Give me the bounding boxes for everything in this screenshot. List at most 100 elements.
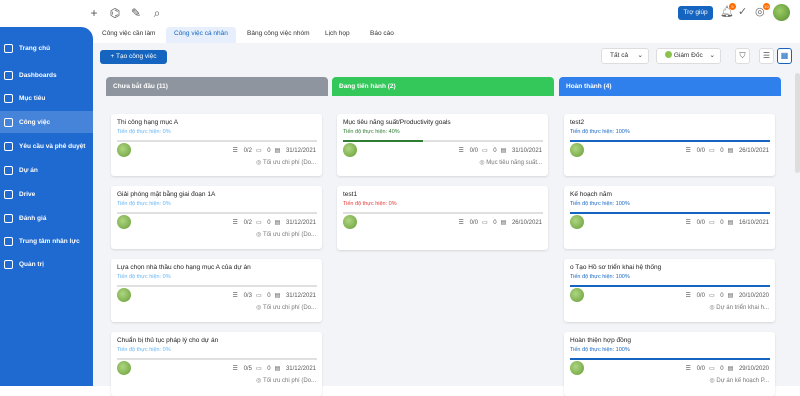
task-card[interactable]: Chuẩn bị thủ tục pháp lý cho dự án Tiến đ… [111,332,322,396]
sidebar: Trang chủ Dashboards Mục tiêu Công việc Yêu … [0,27,93,386]
goal-icon: ◎ [479,160,485,166]
sidebar-item[interactable]: Mục tiêu [0,87,93,109]
tab-reports[interactable]: Báo cáo [370,27,394,43]
task-goal-link[interactable]: ◎ Tối ưu chi phí (Do... [256,377,316,384]
task-card[interactable]: Thi công hạng mục A Tiến độ thực hiện: 0%… [111,114,322,176]
pen-icon[interactable]: ✎ [130,6,142,20]
top-bar: + ⌬ ✎ ⌕ Trợ giúp 🔔︎ 5 ✓ ◎ 10 [0,0,800,27]
task-card[interactable]: Kế hoạch năm Tiến độ thực hiện: 100% ☰ 0/0… [564,186,775,249]
status-filter-select[interactable]: Tất cả ⌄ [601,48,649,64]
sidebar-item-label: Mục tiêu [19,94,46,102]
sidebar-item-label: Dashboards [19,71,57,79]
user-avatar[interactable] [773,4,790,21]
task-goal-link[interactable]: ◎ Dự án kế hoạch P... [709,377,769,384]
role-filter-select[interactable]: Giám Đốc ⌄ [656,48,721,64]
assignee-avatar[interactable] [570,215,584,229]
due-date: 26/10/2021 [738,148,769,154]
task-goal-link[interactable]: ◎ Mục tiêu năng suất... [479,159,542,166]
task-card[interactable]: test1 Tiến độ thực hiện: 0% ☰ 0/0 ▭ 0 ▤ 26/1… [337,186,548,250]
sidebar-item[interactable]: Trang chủ [0,37,93,59]
board-view-icon[interactable]: ▦ [777,48,792,64]
task-card[interactable]: Giải phóng mặt bằng giai đoạn 1A Tiến độ … [111,186,322,249]
assignee-avatar[interactable] [343,143,357,157]
task-goal-link[interactable]: ◎ Tối ưu chi phí (Do... [256,304,316,311]
assignee-avatar[interactable] [117,215,131,229]
assignee-avatar[interactable] [570,288,584,302]
tab-bar: Công việc cần làm Công việc cá nhân Bảng… [93,27,800,43]
task-progress-text: Tiến độ thực hiện: 100% [570,201,630,207]
calendar-icon: ▤ [274,148,281,154]
task-progress-text: Tiến độ thực hiện: 0% [117,274,171,280]
task-progress-text: Tiến độ thực hiện: 100% [570,129,630,135]
sidebar-item[interactable]: Yêu cầu và phê duyệt [0,135,93,157]
tab-todo[interactable]: Công việc cần làm [102,27,155,43]
comment-count: 0 [720,293,724,299]
task-goal-label: Tối ưu chi phí (Do... [262,378,316,384]
progress-bar-fill [570,212,770,214]
org-chart-icon[interactable]: ⌬ [109,6,121,20]
sidebar-item[interactable]: Dashboards [0,64,93,86]
due-date: 26/10/2021 [511,220,542,226]
comment-icon: ▭ [481,220,488,226]
assignee-avatar[interactable] [570,143,584,157]
checklist-count: 0/0 [469,148,478,154]
task-card[interactable]: test2 Tiến độ thực hiện: 100% ☰ 0/0 ▭ 0 ▤ 26… [564,114,775,176]
tab-team-board[interactable]: Bảng công việc nhóm [247,27,310,43]
assignee-avatar[interactable] [343,215,357,229]
filter-icon[interactable]: ⛉ [735,48,750,64]
sidebar-item[interactable]: Công việc [0,111,93,133]
comment-count: 0 [267,148,271,154]
kanban-column: Hoàn thành (4) test2 Tiến độ thực hiện: 10… [559,77,781,396]
top-icons: + ⌬ ✎ ⌕ [88,6,163,20]
tab-meetings[interactable]: Lịch họp [325,27,350,43]
sidebar-item-label: Công việc [19,118,51,126]
sidebar-item-label: Yêu cầu và phê duyệt [19,142,86,150]
checklist-count: 0/0 [469,220,478,226]
goal-icon: ◎ [256,232,262,238]
column-header: Chưa bắt đầu (11) [106,77,328,96]
sidebar-item-label: Trung tâm nhân lực [19,237,80,245]
due-date: 31/10/2021 [511,148,542,154]
assignee-avatar[interactable] [117,288,131,302]
scrollbar[interactable] [795,73,800,173]
assignee-avatar[interactable] [117,143,131,157]
progress-bar [117,358,317,360]
task-goal-label: Tối ưu chi phí (Do... [262,232,316,238]
task-stats: ☰ 0/0 ▭ 0 ▤ 20/10/2020 [682,292,769,299]
add-icon[interactable]: + [88,6,100,20]
tab-personal[interactable]: Công việc cá nhân [166,27,236,43]
assignee-avatar[interactable] [570,361,584,375]
create-task-label: Tạo công việc [116,53,157,60]
task-card[interactable]: Mục tiêu năng suất/Productivity goals Tiế… [337,114,548,176]
sidebar-item-label: Quản trị [19,260,44,268]
checklist-icon: ☰ [232,148,238,154]
search-icon[interactable]: ⌕ [151,6,163,20]
task-goal-link[interactable]: ◎ Tối ưu chi phí (Do... [256,231,316,238]
task-progress-text: Tiến độ thực hiện: 0% [117,129,171,135]
sidebar-item[interactable]: Trung tâm nhân lực [0,230,93,252]
check-circle-icon[interactable]: ✓ [738,5,747,18]
column-header: Hoàn thành (4) [559,77,781,96]
task-card[interactable]: Hoàn thiện hợp đồng Tiến độ thực hiện: 10… [564,332,775,396]
calendar-icon: ▤ [727,220,734,226]
list-view-icon[interactable]: ☰ [759,48,774,64]
checklist-count: 0/0 [696,148,705,154]
task-goal-label: Tối ưu chi phí (Do... [262,160,316,166]
task-goal-link[interactable]: ◎ Dự án triển khai h... [709,304,769,311]
sidebar-item[interactable]: Đánh giá [0,207,93,229]
create-task-button[interactable]: + Tạo công việc [100,50,167,64]
task-card[interactable]: Lựa chọn nhà thầu cho hạng mục A của dự … [111,259,322,322]
assignee-avatar[interactable] [117,361,131,375]
task-goal-link[interactable]: ◎ Tối ưu chi phí (Do... [256,159,316,166]
sidebar-item[interactable]: Quản trị [0,253,93,275]
goal-icon: ◎ [709,378,715,384]
sidebar-item[interactable]: Dự án [0,159,93,181]
help-button[interactable]: Trợ giúp [678,6,713,20]
sidebar-item[interactable]: Drive [0,183,93,205]
chevron-down-icon: ⌄ [637,52,643,59]
task-card[interactable]: o Tạo Hồ sơ triển khai hệ thống Tiến độ t… [564,259,775,322]
checklist-count: 0/2 [243,148,252,154]
due-date: 31/12/2021 [285,148,316,154]
calendar-icon: ▤ [727,293,734,299]
task-title: test2 [570,119,585,126]
